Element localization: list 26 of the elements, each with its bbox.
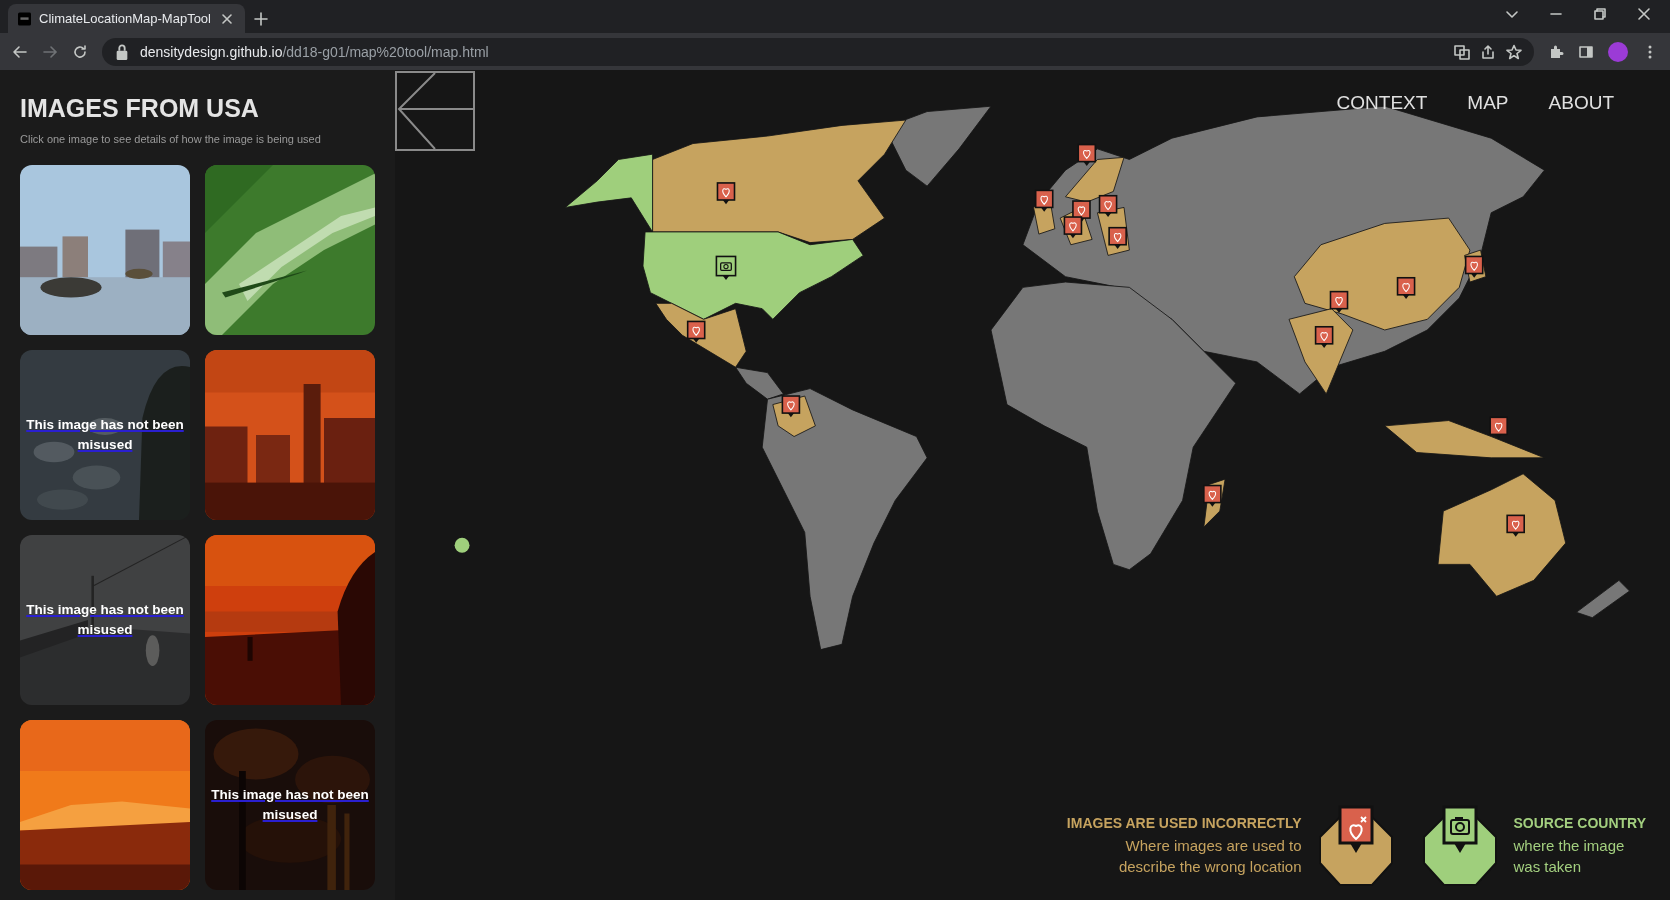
nav-link[interactable]: CONTEXT <box>1336 92 1428 114</box>
panel-title: IMAGES FROM USA <box>20 94 260 123</box>
site-favicon-icon <box>18 10 31 27</box>
legend-title: SOURCE COUNTRY <box>1513 814 1646 831</box>
legend-description: where the image was taken <box>1513 835 1626 877</box>
address-bar[interactable]: densitydesign.github.io/dd18-g01/map%20tool/map.html <box>102 37 1534 66</box>
back-button[interactable] <box>395 71 475 151</box>
reload-icon[interactable] <box>72 43 88 60</box>
back-arrow-icon[interactable] <box>12 43 28 60</box>
star-icon[interactable] <box>1506 43 1522 60</box>
legend-title: IMAGES ARE USED INCORRECTLY <box>1066 814 1302 831</box>
translate-icon[interactable] <box>1454 43 1470 60</box>
new-tab-icon[interactable] <box>253 10 269 27</box>
share-icon[interactable] <box>1480 43 1496 60</box>
close-icon[interactable] <box>1636 5 1652 22</box>
nav-link[interactable]: MAP <box>1467 92 1509 114</box>
side-panel-icon[interactable] <box>1578 43 1594 60</box>
nav-link[interactable]: ABOUT <box>1548 92 1614 114</box>
lock-icon <box>114 43 130 60</box>
arrow-icon <box>397 73 473 149</box>
url-text: densitydesign.github.io/dd18-g01/map%20tool/map.html <box>140 43 489 60</box>
puzzle-icon[interactable] <box>1548 43 1564 60</box>
legend-description: Where images are used to describe the wrong location <box>1117 835 1302 877</box>
browser-tab[interactable]: ClimateLocationMap-MapTool <box>8 4 245 33</box>
restore-icon[interactable] <box>1592 5 1608 22</box>
panel-subtitle: Click one image to see details of how the image is being used <box>20 133 322 145</box>
